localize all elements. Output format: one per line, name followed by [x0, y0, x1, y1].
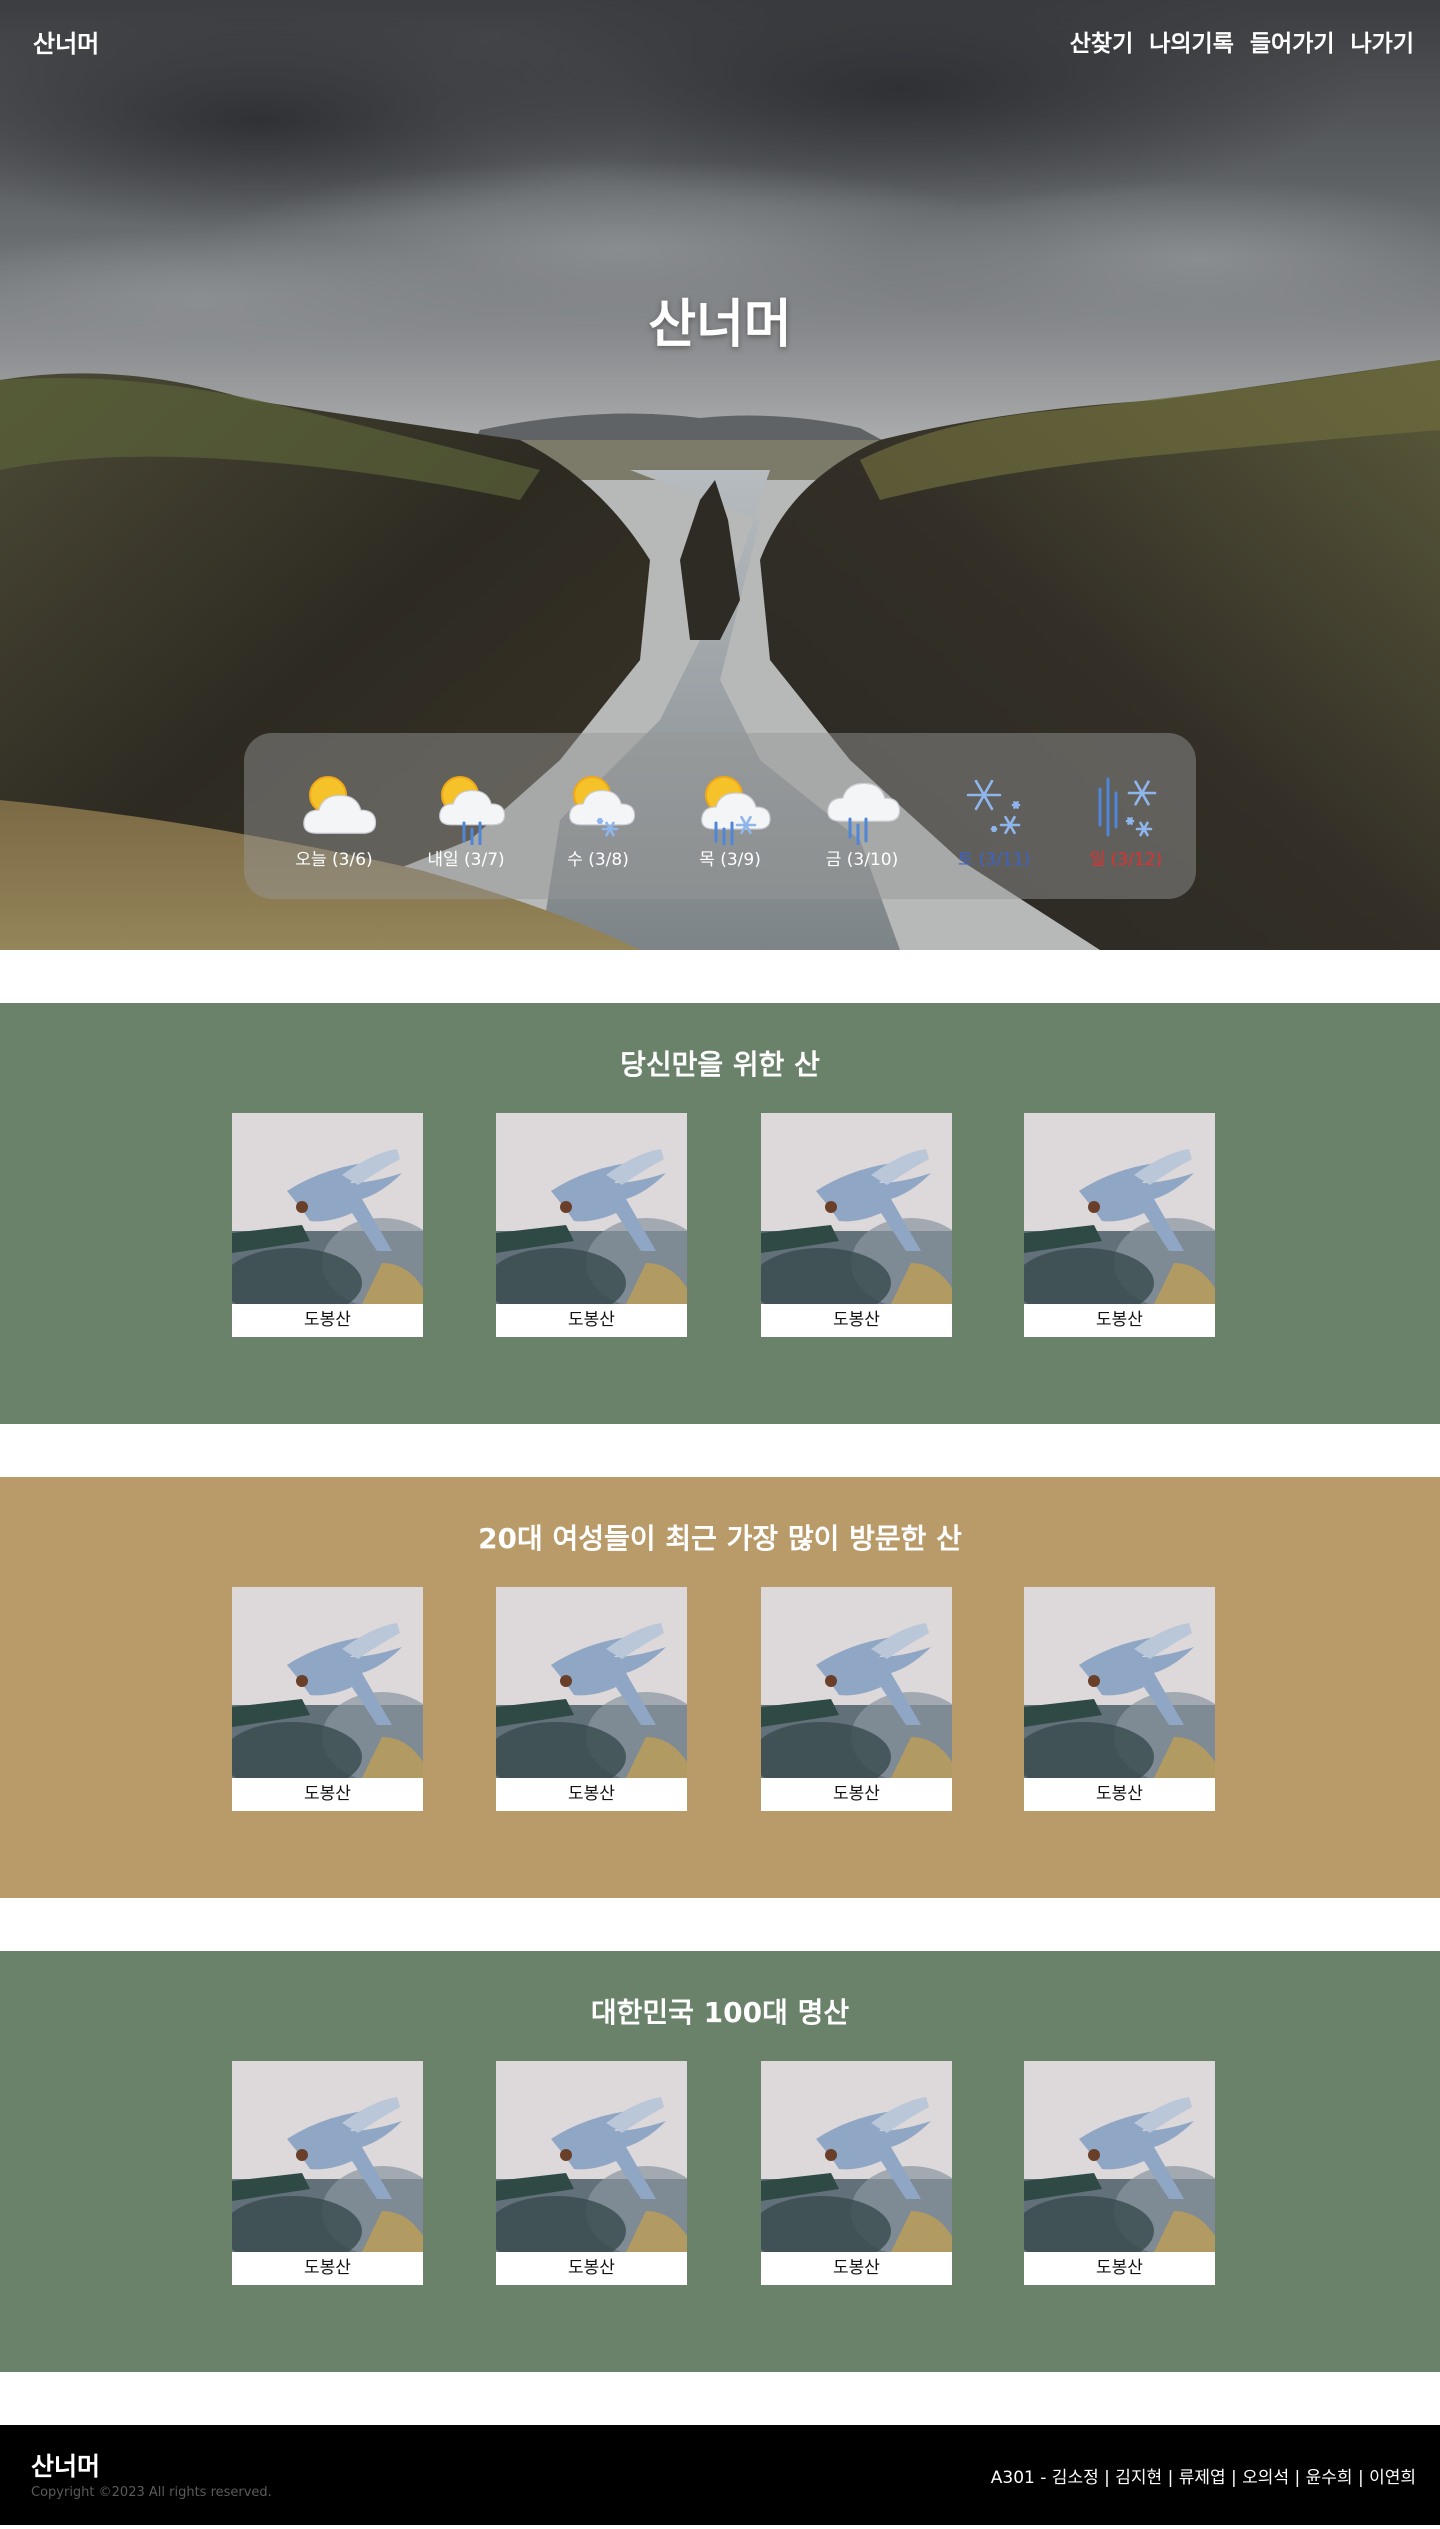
mountain-card-label: 도봉산 — [568, 1784, 615, 1804]
weather-day-label: 내일 (3/7) — [427, 850, 505, 870]
mountain-photo-bird-icon — [232, 2061, 423, 2252]
mountain-card-list: 도봉산 도봉산 도봉산 도봉산 — [232, 1113, 1215, 1337]
mountain-photo-bird-icon — [1024, 2061, 1215, 2252]
sun-cloud-rain-icon — [439, 776, 506, 845]
mountain-card[interactable]: 도봉산 — [761, 1587, 952, 1811]
mountain-card-label: 도봉산 — [304, 1310, 351, 1330]
sun-behind-cloud-icon — [303, 776, 377, 834]
mountain-photo-bird-icon — [496, 1587, 687, 1778]
mountain-photo-bird-icon — [761, 1587, 952, 1778]
footer-brand: 산너머 — [31, 2452, 101, 2481]
section-for-you: 당신만을 위한 산 도봉산 도봉산 도봉산 도봉산 — [0, 1003, 1440, 1424]
nav-link-find-mountain[interactable]: 산찾기 — [1070, 24, 1133, 58]
mountain-card[interactable]: 도봉산 — [496, 1113, 687, 1337]
mountain-photo-bird-icon — [232, 1587, 423, 1778]
rain-snow-icon — [1098, 777, 1157, 837]
mountain-card-label: 도봉산 — [833, 2258, 880, 2278]
weather-day-label: 목 (3/9) — [699, 850, 761, 870]
mountain-card[interactable]: 도봉산 — [1024, 1587, 1215, 1811]
weather-forecast-panel: 오늘 (3/6) 내일 (3/7) 수 (3/8) 목 (3/9) 금 (3/10) 토 … — [244, 733, 1196, 899]
mountain-card-label: 도봉산 — [1096, 1310, 1143, 1330]
section-popular-20s-women: 20대 여성들이 최근 가장 많이 방문한 산 도봉산 도봉산 도봉산 도봉산 — [0, 1477, 1440, 1898]
nav-link-my-records[interactable]: 나의기록 — [1149, 24, 1234, 58]
mountain-card[interactable]: 도봉산 — [1024, 1113, 1215, 1337]
mountain-photo-bird-icon — [761, 1113, 952, 1304]
mountain-card-list: 도봉산 도봉산 도봉산 도봉산 — [232, 1587, 1215, 1811]
mountain-photo-bird-icon — [496, 1113, 687, 1304]
nav-brand-logo[interactable]: 산너머 — [33, 24, 99, 59]
weather-day-label: 오늘 (3/6) — [295, 850, 373, 870]
section-spacer — [0, 1424, 1440, 1477]
mountain-card-label: 도봉산 — [304, 1784, 351, 1804]
mountain-card-label: 도봉산 — [833, 1784, 880, 1804]
weather-day: 오늘 (3/6) — [268, 733, 400, 899]
weather-day: 금 (3/10) — [796, 733, 928, 899]
weather-day-label: 일 (3/12) — [1089, 850, 1163, 870]
nav-link-login[interactable]: 들어가기 — [1250, 24, 1335, 58]
cloud-rain-icon — [827, 782, 901, 845]
section-title: 당신만을 위한 산 — [620, 1048, 820, 1081]
top-nav: 산너머 산찾기 나의기록 들어가기 나가기 — [0, 0, 1440, 80]
mountain-card[interactable]: 도봉산 — [1024, 2061, 1215, 2285]
section-title: 20대 여성들이 최근 가장 많이 방문한 산 — [478, 1522, 962, 1555]
weather-day: 일 (3/12) — [1060, 733, 1192, 899]
weather-day: 수 (3/8) — [532, 733, 664, 899]
section-title: 대한민국 100대 명산 — [590, 1996, 850, 2029]
weather-day-label: 금 (3/10) — [825, 850, 899, 870]
footer-copyright: Copyright ©2023 All rights reserved. — [31, 2485, 272, 2500]
mountain-card[interactable]: 도봉산 — [232, 2061, 423, 2285]
snow-icon — [966, 779, 1021, 835]
mountain-card[interactable]: 도봉산 — [761, 1113, 952, 1337]
section-spacer — [0, 950, 1440, 1003]
mountain-card[interactable]: 도봉산 — [496, 1587, 687, 1811]
weather-day-label: 수 (3/8) — [567, 850, 629, 870]
sun-cloud-snow-icon — [569, 776, 636, 837]
mountain-photo-bird-icon — [1024, 1113, 1215, 1304]
nav-menu: 산찾기 나의기록 들어가기 나가기 — [1070, 24, 1414, 58]
hero: 산너머 산찾기 나의기록 들어가기 나가기 산너머 오늘 (3/6) 내일 (3/… — [0, 0, 1440, 950]
weather-day: 내일 (3/7) — [400, 733, 532, 899]
section-spacer — [0, 1898, 1440, 1951]
mountain-photo-bird-icon — [232, 1113, 423, 1304]
mountain-card[interactable]: 도봉산 — [232, 1587, 423, 1811]
section-top-100-mountains: 대한민국 100대 명산 도봉산 도봉산 도봉산 도봉산 — [0, 1951, 1440, 2372]
footer-team-credits: A301 - 김소정 | 김지현 | 류제엽 | 오의석 | 윤수희 | 이연희 — [990, 2468, 1416, 2488]
mountain-photo-bird-icon — [1024, 1587, 1215, 1778]
mountain-photo-bird-icon — [761, 2061, 952, 2252]
mountain-card-label: 도봉산 — [833, 1310, 880, 1330]
mountain-card-list: 도봉산 도봉산 도봉산 도봉산 — [232, 2061, 1215, 2285]
mountain-card-label: 도봉산 — [304, 2258, 351, 2278]
mountain-card[interactable]: 도봉산 — [761, 2061, 952, 2285]
mountain-card-label: 도봉산 — [1096, 2258, 1143, 2278]
sun-cloud-rain-snow-icon — [701, 776, 771, 845]
hero-title: 산너머 — [648, 295, 792, 355]
mountain-card[interactable]: 도봉산 — [232, 1113, 423, 1337]
weather-day: 목 (3/9) — [664, 733, 796, 899]
weather-day-label: 토 (3/11) — [957, 850, 1031, 870]
mountain-photo-bird-icon — [496, 2061, 687, 2252]
mountain-card[interactable]: 도봉산 — [496, 2061, 687, 2285]
footer: 산너머 Copyright ©2023 All rights reserved.… — [0, 2425, 1440, 2525]
mountain-card-label: 도봉산 — [1096, 1784, 1143, 1804]
section-spacer — [0, 2372, 1440, 2425]
nav-link-logout[interactable]: 나가기 — [1351, 24, 1414, 58]
mountain-card-label: 도봉산 — [568, 1310, 615, 1330]
mountain-card-label: 도봉산 — [568, 2258, 615, 2278]
weather-day: 토 (3/11) — [928, 733, 1060, 899]
